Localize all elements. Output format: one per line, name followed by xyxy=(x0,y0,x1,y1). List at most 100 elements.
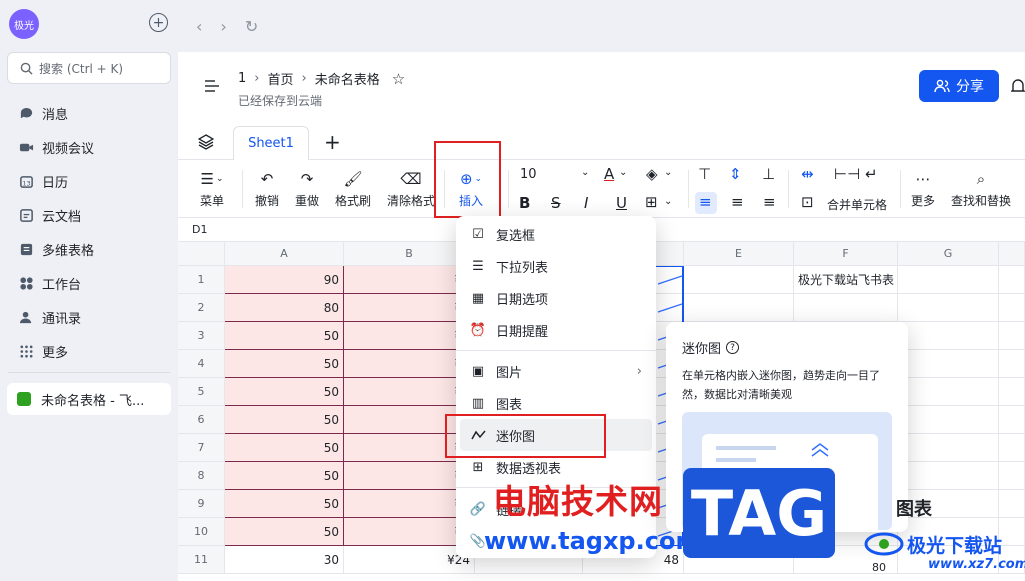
cell-h6[interactable] xyxy=(999,406,1025,434)
cell-reference[interactable]: D1 xyxy=(192,223,207,236)
cell-h5[interactable] xyxy=(999,378,1025,406)
cell-h4[interactable] xyxy=(999,350,1025,378)
breadcrumb-home[interactable]: 首页 xyxy=(267,69,293,88)
cell-a9[interactable]: 50 xyxy=(225,490,344,518)
row-header[interactable]: 10 xyxy=(178,518,225,546)
col-header-a[interactable]: A xyxy=(225,242,344,266)
border-icon[interactable]: ⊞ xyxy=(645,193,658,211)
doc-title[interactable]: 未命名表格 xyxy=(315,69,380,88)
new-plus-icon[interactable]: + xyxy=(149,13,168,32)
wrap-text-icon[interactable]: ↵ xyxy=(865,165,878,183)
cell-g6[interactable] xyxy=(898,406,999,434)
bell-icon[interactable] xyxy=(1011,77,1025,95)
italic-icon[interactable]: I xyxy=(584,194,588,212)
cell-g3[interactable] xyxy=(898,322,999,350)
sidebar-item-more[interactable]: 更多 xyxy=(0,334,178,368)
avatar[interactable]: 极光 xyxy=(9,9,39,39)
cell-g8[interactable] xyxy=(898,462,999,490)
cell-e1[interactable] xyxy=(684,266,794,294)
col-header-h[interactable] xyxy=(999,242,1025,266)
cell-e2[interactable] xyxy=(684,294,794,322)
cell-a2[interactable]: 80 xyxy=(225,294,344,322)
cell-g2[interactable] xyxy=(898,294,999,322)
search-input[interactable]: 搜索 (Ctrl + K) xyxy=(7,52,171,84)
col-header-e[interactable]: E xyxy=(684,242,794,266)
col-header-f[interactable]: F xyxy=(794,242,898,266)
corner-header[interactable] xyxy=(178,242,225,266)
refresh-icon[interactable]: ↻ xyxy=(245,17,258,36)
menu-item-date-option[interactable]: ▦ 日期选项 xyxy=(460,282,652,314)
sidebar-item-video[interactable]: 视频会议 xyxy=(0,130,178,164)
sidebar-item-messages[interactable]: 消息 xyxy=(0,96,178,130)
menu-item-dropdown-list[interactable]: ☰ 下拉列表 xyxy=(460,250,652,282)
freeze-icon[interactable]: ⇹ xyxy=(801,165,814,183)
sidebar-item-workplace[interactable]: 工作台 xyxy=(0,266,178,300)
cell-g5[interactable] xyxy=(898,378,999,406)
bold-icon[interactable]: B xyxy=(519,194,530,212)
sidebar-item-cloud-doc[interactable]: 云文档 xyxy=(0,198,178,232)
cell-h8[interactable] xyxy=(999,462,1025,490)
cell-a11[interactable]: 30 xyxy=(225,546,344,574)
chevron-down-icon[interactable]: ⌄ xyxy=(581,167,589,178)
cell-a6[interactable]: 50 xyxy=(225,406,344,434)
redo-button[interactable]: ↷ 重做 xyxy=(295,168,319,209)
fill-color-icon[interactable]: ◈ xyxy=(646,165,658,183)
find-replace-button[interactable]: ⌕ 查找和替换 xyxy=(951,168,1011,209)
column-width-icon[interactable]: ⊢⊣ xyxy=(834,165,860,183)
cell-g7[interactable] xyxy=(898,434,999,462)
layers-icon[interactable] xyxy=(198,134,214,150)
row-header[interactable]: 1 xyxy=(178,266,225,294)
align-top-icon[interactable]: ⊤ xyxy=(698,165,711,183)
merge-cells-icon[interactable]: ⊡ xyxy=(801,193,814,211)
col-header-g[interactable]: G xyxy=(898,242,999,266)
tab-sheet1[interactable]: Sheet1 xyxy=(233,126,309,160)
format-painter-button[interactable]: 🖌 格式刷 xyxy=(335,168,371,209)
more-button[interactable]: ⋯ 更多 xyxy=(911,168,935,209)
chevron-down-icon[interactable]: ⌄ xyxy=(619,167,627,178)
share-button[interactable]: 分享 xyxy=(919,70,999,102)
cell-g1[interactable] xyxy=(898,266,999,294)
row-header[interactable]: 2 xyxy=(178,294,225,322)
cell-h1[interactable] xyxy=(999,266,1025,294)
sidebar-item-calendar[interactable]: 13 日历 xyxy=(0,164,178,198)
cell-a5[interactable]: 50 xyxy=(225,378,344,406)
sidebar-item-contacts[interactable]: 通讯录 xyxy=(0,300,178,334)
row-header[interactable]: 7 xyxy=(178,434,225,462)
align-middle-icon[interactable]: ⇕ xyxy=(729,165,742,183)
font-color-icon[interactable]: A xyxy=(604,165,614,183)
align-center-icon[interactable]: ≡ xyxy=(731,193,744,211)
forward-icon[interactable]: › xyxy=(220,17,226,36)
row-header[interactable]: 5 xyxy=(178,378,225,406)
sidebar-item-base[interactable]: 多维表格 xyxy=(0,232,178,266)
align-bottom-icon[interactable]: ⊥ xyxy=(762,165,775,183)
menu-item-checkbox[interactable]: ☑ 复选框 xyxy=(460,218,652,250)
breadcrumb-num[interactable]: 1 xyxy=(238,71,246,86)
cell-h10[interactable] xyxy=(999,518,1025,546)
menu-item-image[interactable]: ▣ 图片 › xyxy=(460,355,652,387)
row-header[interactable]: 8 xyxy=(178,462,225,490)
cell-h3[interactable] xyxy=(999,322,1025,350)
cell-f1[interactable]: 极光下载站飞书表 xyxy=(794,266,898,294)
cell-a8[interactable]: 50 xyxy=(225,462,344,490)
row-header[interactable]: 9 xyxy=(178,490,225,518)
row-header[interactable]: 4 xyxy=(178,350,225,378)
cell-a3[interactable]: 50 xyxy=(225,322,344,350)
merge-cells-label[interactable]: 合并单元格 xyxy=(827,196,887,213)
cell-f2[interactable] xyxy=(794,294,898,322)
row-header[interactable]: 6 xyxy=(178,406,225,434)
row-header[interactable]: 11 xyxy=(178,546,225,574)
collapse-menu-icon[interactable] xyxy=(204,79,220,93)
cell-g4[interactable] xyxy=(898,350,999,378)
chevron-down-icon[interactable]: ⌄ xyxy=(664,196,672,207)
font-size-select[interactable]: 10 xyxy=(520,167,537,182)
cell-a4[interactable]: 50 xyxy=(225,350,344,378)
cell-h9[interactable] xyxy=(999,490,1025,518)
back-icon[interactable]: ‹ xyxy=(196,17,202,36)
cell-a7[interactable]: 50 xyxy=(225,434,344,462)
chevron-down-icon[interactable]: ⌄ xyxy=(664,167,672,178)
clear-format-button[interactable]: ⌫ 清除格式 xyxy=(387,168,435,209)
cell-a10[interactable]: 50 xyxy=(225,518,344,546)
menu-button[interactable]: ☰ ⌄ 菜单 xyxy=(200,168,224,209)
menu-item-date-reminder[interactable]: ⏰ 日期提醒 xyxy=(460,314,652,346)
align-left-icon[interactable]: ≡ xyxy=(699,193,712,211)
